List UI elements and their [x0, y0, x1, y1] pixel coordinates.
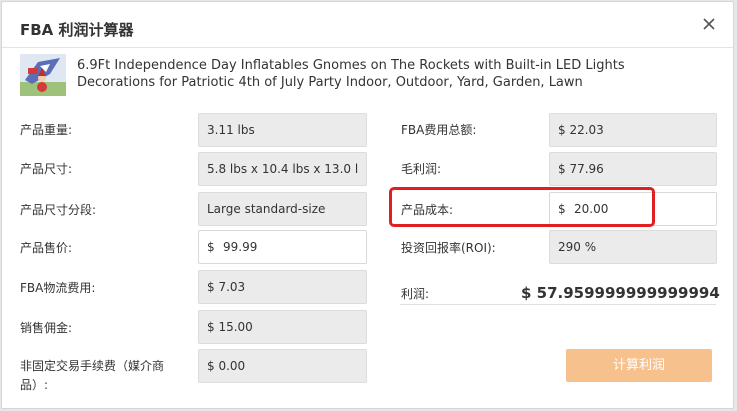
header-divider: [2, 47, 733, 48]
roi-value: 290 %: [558, 240, 597, 254]
fba-total-label: FBA费用总额:: [401, 123, 477, 137]
price-currency: $: [207, 240, 215, 254]
fba-shipping-field: $ 7.03: [198, 270, 367, 304]
price-label: 产品售价:: [20, 241, 73, 255]
commission-label: 销售佣金:: [20, 321, 73, 335]
closing-fee-field: $ 0.00: [198, 349, 367, 383]
fba-total-value: $ 22.03: [558, 123, 604, 137]
gross-profit-value: $ 77.96: [558, 162, 604, 176]
price-input[interactable]: $99.99: [198, 230, 367, 264]
gross-profit-label: 毛利润:: [401, 162, 442, 176]
cost-highlight-box: [389, 187, 655, 227]
calculate-profit-button[interactable]: 计算利润: [566, 349, 712, 382]
profit-value: $ 57.959999999999994: [521, 284, 720, 302]
weight-label: 产品重量:: [20, 123, 73, 137]
dimensions-value: 5.8 lbs x 10.4 lbs x 13.0 l: [207, 162, 359, 176]
commission-field: $ 15.00: [198, 310, 367, 344]
product-thumbnail[interactable]: [20, 54, 66, 96]
gross-profit-field: $ 77.96: [549, 152, 717, 186]
dimensions-field: 5.8 lbs x 10.4 lbs x 13.0 l: [198, 152, 367, 186]
weight-value: 3.11 lbs: [207, 123, 255, 137]
size-tier-field: Large standard-size: [198, 192, 367, 226]
price-value: 99.99: [223, 240, 258, 254]
closing-fee-label: 非固定交易手续费（媒介商品）:: [20, 359, 165, 392]
profit-label: 利润:: [401, 287, 430, 301]
fba-total-field: $ 22.03: [549, 113, 717, 147]
roi-field: 290 %: [549, 230, 717, 264]
dimensions-label: 产品尺寸:: [20, 162, 73, 176]
size-tier-label: 产品尺寸分段:: [20, 203, 97, 217]
product-title: 6.9Ft Independence Day Inflatables Gnome…: [77, 58, 625, 90]
profit-divider: [400, 304, 716, 305]
close-icon[interactable]: [701, 16, 717, 32]
closing-fee-value: $ 0.00: [207, 359, 246, 373]
size-tier-value: Large standard-size: [207, 202, 326, 216]
roi-label: 投资回报率(ROI):: [401, 241, 496, 255]
dialog-title: FBA 利润计算器: [20, 21, 134, 39]
fba-shipping-value: $ 7.03: [207, 280, 246, 294]
fba-calculator-dialog: FBA 利润计算器 6.9Ft Independence Day Inflata…: [1, 1, 734, 409]
weight-field: 3.11 lbs: [198, 113, 367, 147]
fba-shipping-label: FBA物流费用:: [20, 281, 96, 295]
commission-value: $ 15.00: [207, 320, 253, 334]
